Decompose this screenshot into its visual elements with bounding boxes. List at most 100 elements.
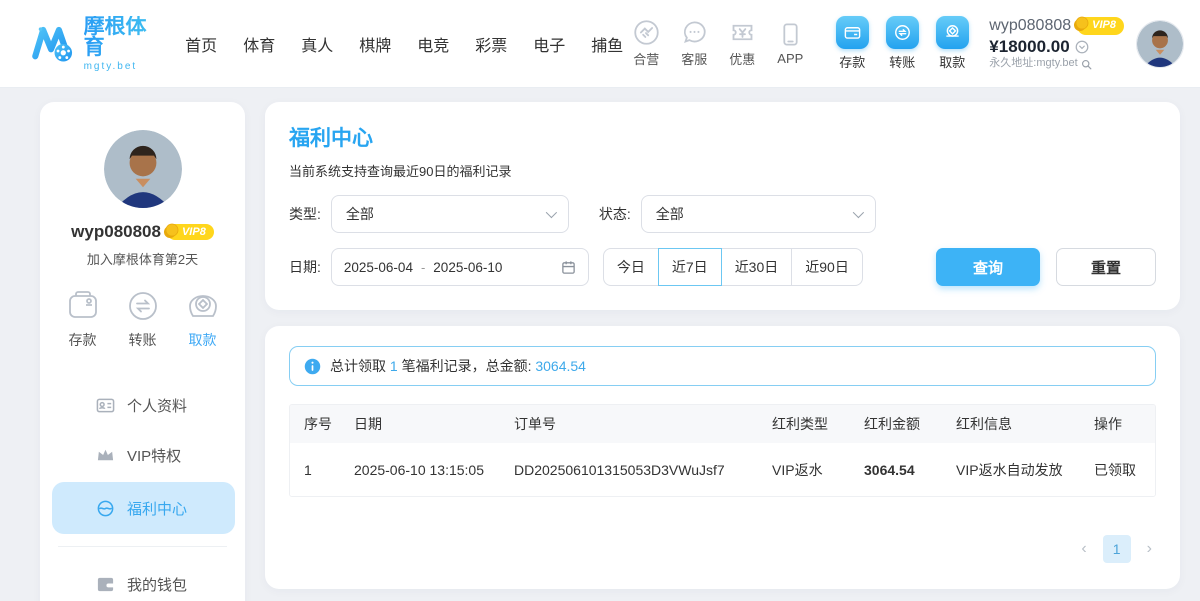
summary-prefix: 总计领取 [330, 358, 386, 374]
page-subtitle: 当前系统支持查询最近90日的福利记录 [289, 161, 1156, 180]
profile-sidebar: wyp080808 VIP8 加入摩根体育第2天 存款 [40, 102, 245, 601]
col-bonus-info: 红利信息 [950, 414, 1088, 434]
main-nav: 首页 体育 真人 棋牌 电竞 彩票 电子 捕鱼 [185, 32, 623, 56]
welfare-center-main: 福利中心 当前系统支持查询最近90日的福利记录 类型: 全部 状态: 全部 日期… [265, 102, 1180, 589]
support-button[interactable]: 客服 [671, 19, 717, 68]
nav-item-sports[interactable]: 体育 [243, 32, 275, 56]
wallet-icon [96, 575, 115, 594]
summary-amount: 3064.54 [535, 358, 586, 374]
promo-button[interactable]: 优惠 [719, 19, 765, 68]
col-order-no: 订单号 [508, 414, 766, 434]
chevron-down-icon [546, 207, 557, 218]
filter-row-type-status: 类型: 全部 状态: 全部 [289, 195, 1156, 233]
welfare-filter-panel: 福利中心 当前系统支持查询最近90日的福利记录 类型: 全部 状态: 全部 日期… [265, 102, 1180, 310]
nav-item-live[interactable]: 真人 [301, 32, 333, 56]
transfer-button[interactable]: 转账 [877, 16, 927, 71]
next-page-button[interactable]: › [1143, 541, 1156, 557]
transfer-label: 转账 [889, 52, 915, 71]
brand-logo[interactable]: 摩根体育 mgty.bet [30, 16, 157, 72]
chat-bubble-icon [681, 19, 708, 46]
sidebar-item-vip[interactable]: VIP特权 [40, 430, 245, 480]
balance-amount: ¥18000.00 [989, 36, 1069, 57]
balance-expand-icon[interactable] [1075, 40, 1089, 54]
cell-date: 2025-06-10 13:15:05 [348, 462, 508, 478]
sidebar-deposit-label: 存款 [69, 330, 97, 350]
reset-button[interactable]: 重置 [1056, 248, 1156, 286]
magnifier-icon[interactable] [1081, 59, 1092, 70]
range-30days-button[interactable]: 近30日 [721, 248, 793, 286]
date-range-input[interactable]: 2025-06-04 - 2025-06-10 [331, 248, 589, 286]
sidebar-withdraw-button[interactable]: 取款 [185, 288, 221, 350]
sidebar-deposit-button[interactable]: 存款 [65, 288, 101, 350]
sidebar-item-label: 福利中心 [127, 498, 187, 519]
cell-bonus-amount: 3064.54 [858, 462, 950, 478]
cell-bonus-type: VIP返水 [766, 460, 858, 480]
support-label: 客服 [681, 49, 707, 68]
sidebar-transfer-button[interactable]: 转账 [125, 288, 161, 350]
brand-logo-icon [30, 18, 76, 70]
type-select-value: 全部 [346, 204, 546, 224]
range-90days-button[interactable]: 近90日 [791, 248, 863, 286]
pagination: ‹ 1 › [289, 535, 1156, 563]
crown-icon [96, 446, 115, 465]
coin-icon [163, 223, 179, 239]
cell-bonus-info: VIP返水自动发放 [950, 460, 1088, 480]
sidebar-item-profile[interactable]: 个人资料 [40, 380, 245, 430]
col-bonus-amount: 红利金额 [858, 414, 950, 434]
status-select[interactable]: 全部 [641, 195, 876, 233]
sidebar-item-wallet[interactable]: 我的钱包 [40, 559, 245, 601]
range-7days-button[interactable]: 近7日 [658, 248, 722, 286]
sidebar-menu: 个人资料 VIP特权 福利中心 我的 [40, 380, 245, 601]
type-select[interactable]: 全部 [331, 195, 569, 233]
sidebar-vip-level-text: VIP8 [182, 226, 206, 238]
user-avatar[interactable] [1136, 20, 1184, 68]
coin-icon [1073, 16, 1089, 32]
col-bonus-type: 红利类型 [766, 414, 858, 434]
partner-button[interactable]: 合营 [623, 19, 669, 68]
nav-item-cards[interactable]: 棋牌 [359, 32, 391, 56]
joined-days-text: 加入摩根体育第2天 [40, 249, 245, 268]
deposit-button[interactable]: 存款 [827, 16, 877, 71]
withdraw-button[interactable]: 取款 [927, 16, 977, 71]
chevron-down-icon [853, 207, 864, 218]
nav-item-fishing[interactable]: 捕鱼 [591, 32, 623, 56]
range-today-button[interactable]: 今日 [603, 248, 659, 286]
sidebar-avatar[interactable] [104, 130, 182, 208]
nav-item-home[interactable]: 首页 [185, 32, 217, 56]
status-select-value: 全部 [656, 204, 853, 224]
type-filter-label: 类型: [289, 204, 321, 224]
date-filter-label: 日期: [289, 257, 321, 277]
table-header-row: 序号 日期 订单号 红利类型 红利金额 红利信息 操作 [290, 405, 1155, 443]
nav-item-esports[interactable]: 电竞 [417, 32, 449, 56]
top-navigation-bar: 摩根体育 mgty.bet 首页 体育 真人 棋牌 电竞 彩票 电子 捕鱼 合营… [0, 0, 1200, 88]
sidebar-item-welfare-center[interactable]: 福利中心 [52, 482, 235, 534]
user-summary[interactable]: wyp080808 VIP8 ¥18000.00 永久地址:mgty.bet [989, 16, 1124, 71]
page-title: 福利中心 [289, 122, 1156, 152]
nav-item-slots[interactable]: 电子 [533, 32, 565, 56]
id-card-icon [96, 396, 115, 415]
calendar-icon [561, 260, 576, 275]
date-separator: - [421, 260, 425, 275]
welfare-results-panel: 总计领取 1 笔福利记录，总金额: 3064.54 序号 日期 订单号 红利类型… [265, 326, 1180, 589]
sidebar-transfer-label: 转账 [129, 330, 157, 350]
welfare-table: 序号 日期 订单号 红利类型 红利金额 红利信息 操作 1 2025-06-10… [289, 404, 1156, 497]
nav-item-lottery[interactable]: 彩票 [475, 32, 507, 56]
app-label: APP [777, 51, 803, 66]
promo-label: 优惠 [729, 49, 755, 68]
info-icon [304, 358, 321, 375]
date-to-value: 2025-06-10 [433, 260, 502, 275]
yuan-ticket-icon [729, 19, 756, 46]
phone-icon [777, 21, 804, 48]
sidebar-username: wyp080808 [71, 222, 161, 242]
col-index: 序号 [290, 414, 348, 434]
permanent-address: 永久地址:mgty.bet [989, 57, 1077, 71]
topbar-right: 合营 客服 优惠 APP [623, 16, 1184, 71]
quick-range-group: 今日 近7日 近30日 近90日 [603, 248, 863, 286]
deposit-label: 存款 [839, 52, 865, 71]
page-number-1[interactable]: 1 [1103, 535, 1131, 563]
welfare-coin-icon [96, 499, 115, 518]
search-button[interactable]: 查询 [936, 248, 1040, 286]
deposit-wallet-icon [836, 16, 869, 49]
app-download-button[interactable]: APP [767, 21, 813, 66]
prev-page-button[interactable]: ‹ [1077, 541, 1090, 557]
